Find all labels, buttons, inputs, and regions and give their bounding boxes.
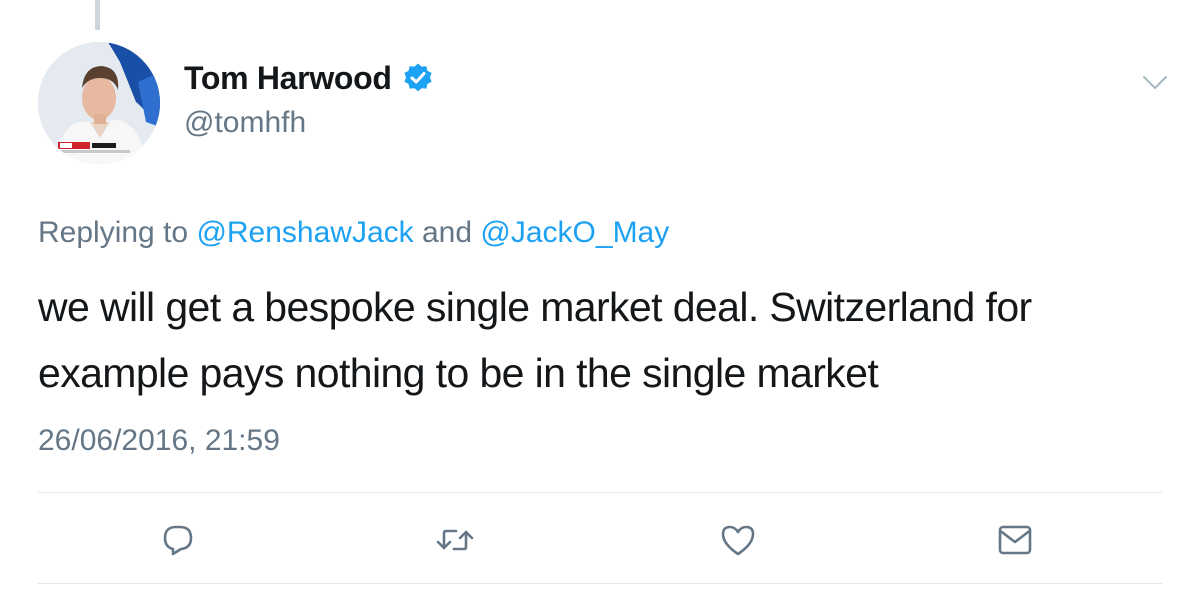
tweet-timestamp[interactable]: 26/06/2016, 21:59 [38,424,280,458]
more-options-button[interactable] [1140,68,1170,98]
chevron-down-icon [1143,76,1167,89]
thread-connector-line [95,0,100,30]
reply-context: Replying to @RenshawJack and @JackO_May [38,216,669,250]
like-button[interactable] [710,512,766,568]
retweet-icon [436,529,474,551]
heart-icon [721,525,755,556]
direct-message-button[interactable] [987,512,1043,568]
name-row: Tom Harwood [184,56,434,100]
reply-context-prefix: Replying to [38,216,189,249]
envelope-icon [998,525,1032,555]
mention-link-renshawjack[interactable]: @RenshawJack [196,216,413,249]
avatar[interactable] [38,42,160,164]
retweet-button[interactable] [427,512,483,568]
author-block: Tom Harwood @tomhfh [184,56,434,140]
reply-button[interactable] [150,512,206,568]
tweet-text: we will get a bespoke single market deal… [38,284,1032,396]
divider-top [38,492,1162,493]
tweet-card: Tom Harwood @tomhfh Replying to @Renshaw… [0,0,1200,591]
reply-icon [163,525,193,556]
action-bar [0,512,1200,568]
display-name[interactable]: Tom Harwood [184,60,392,97]
verified-badge-icon [402,62,434,94]
mention-link-jacko-may[interactable]: @JackO_May [480,216,669,249]
divider-bottom [38,583,1162,584]
profile-photo-icon [38,42,160,164]
user-handle[interactable]: @tomhfh [184,106,434,140]
reply-context-conjunction: and [422,216,473,249]
